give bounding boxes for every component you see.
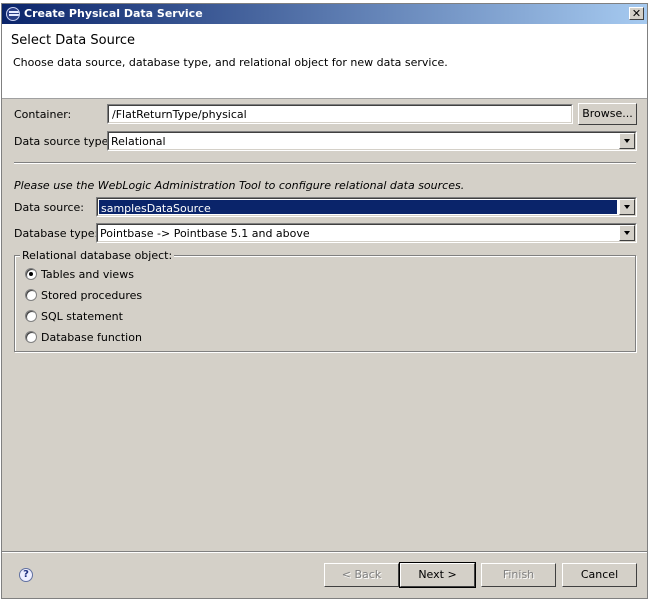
datasource-selection: samplesDataSource	[99, 200, 617, 215]
radio-database-function[interactable]	[25, 331, 37, 343]
close-icon[interactable]: ✕	[629, 7, 644, 20]
separator	[14, 162, 636, 164]
datasource-value: samplesDataSource	[101, 202, 211, 215]
page-description: Choose data source, database type, and r…	[13, 56, 448, 69]
dbtype-value: Pointbase -> Pointbase 5.1 and above	[100, 227, 310, 240]
window-title: Create Physical Data Service	[24, 7, 203, 20]
page-title: Select Data Source	[11, 33, 136, 48]
chevron-down-icon[interactable]	[619, 199, 635, 215]
finish-button[interactable]: Finish	[481, 563, 556, 587]
create-physical-data-service-dialog: Create Physical Data Service ✕ Select Da…	[1, 3, 648, 599]
wizard-header: Select Data Source Choose data source, d…	[2, 24, 647, 99]
option-label[interactable]: Database function	[41, 331, 142, 344]
datasource-type-select[interactable]: Relational	[107, 131, 637, 151]
option-label[interactable]: Tables and views	[41, 268, 134, 281]
browse-button[interactable]: Browse...	[578, 103, 637, 125]
radio-sql-statement[interactable]	[25, 310, 37, 322]
back-button[interactable]: < Back	[324, 563, 399, 587]
dbtype-select[interactable]: Pointbase -> Pointbase 5.1 and above	[96, 223, 637, 243]
container-value: /FlatReturnType/physical	[112, 108, 247, 121]
relational-object-legend: Relational database object:	[20, 249, 175, 262]
option-label[interactable]: Stored procedures	[41, 289, 142, 302]
radio-stored-procedures[interactable]	[25, 289, 37, 301]
container-label: Container:	[14, 108, 72, 121]
help-icon[interactable]: ?	[19, 568, 33, 582]
datasource-label: Data source:	[14, 201, 84, 214]
chevron-down-icon[interactable]	[619, 133, 635, 149]
next-button[interactable]: Next >	[399, 562, 476, 588]
footer-separator	[2, 551, 647, 553]
datasource-type-label: Data source type:	[14, 135, 113, 148]
cancel-button[interactable]: Cancel	[562, 563, 637, 587]
option-label[interactable]: SQL statement	[41, 310, 123, 323]
container-field[interactable]: /FlatReturnType/physical	[107, 104, 573, 124]
dbtype-label: Database type:	[14, 227, 99, 240]
radio-tables-and-views[interactable]	[25, 268, 37, 280]
datasource-type-value: Relational	[111, 135, 166, 148]
title-bar[interactable]: Create Physical Data Service ✕	[2, 4, 647, 24]
chevron-down-icon[interactable]	[619, 225, 635, 241]
eclipse-icon	[6, 7, 20, 21]
info-text: Please use the WebLogic Administration T…	[14, 179, 465, 192]
datasource-select[interactable]: samplesDataSource	[96, 197, 637, 217]
